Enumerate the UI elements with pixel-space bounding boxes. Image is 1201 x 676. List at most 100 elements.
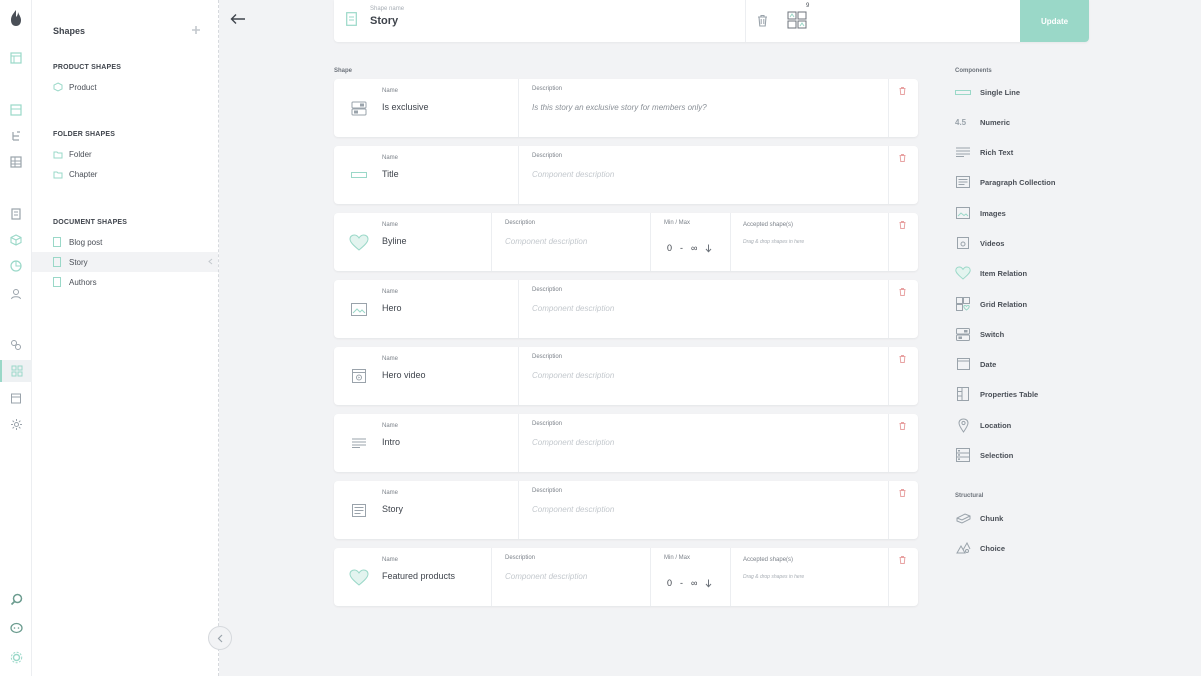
document-icon <box>53 237 63 247</box>
component-name-input[interactable]: Byline <box>382 236 407 246</box>
component-description-input[interactable]: Component description <box>532 304 614 313</box>
document-icon[interactable] <box>0 203 32 225</box>
crystallize-logo-icon[interactable] <box>0 6 32 30</box>
divider <box>518 414 519 472</box>
shape-name-input[interactable]: Story <box>370 15 398 27</box>
divider <box>888 213 889 271</box>
tree-item-product[interactable]: Product <box>32 77 218 97</box>
component-name-input[interactable]: Is exclusive <box>382 102 429 112</box>
pie-chart-icon[interactable] <box>0 255 32 277</box>
component-description-input[interactable]: Is this story an exclusive story for mem… <box>532 103 707 112</box>
back-arrow-icon[interactable] <box>230 13 246 25</box>
single-line-icon <box>348 166 370 184</box>
delete-component-icon[interactable] <box>899 489 906 497</box>
delete-component-icon[interactable] <box>899 355 906 363</box>
link-icon[interactable] <box>0 334 32 356</box>
delete-component-icon[interactable] <box>899 288 906 296</box>
component-card-hero-video[interactable]: Name Hero video Description Component de… <box>334 347 918 405</box>
arrow-down-icon[interactable] <box>705 579 712 588</box>
delete-component-icon[interactable] <box>899 154 906 162</box>
component-name-input[interactable]: Featured products <box>382 571 455 581</box>
palette-item-rich-text[interactable]: Rich Text <box>955 144 1013 160</box>
max-input[interactable]: ∞ <box>691 243 697 253</box>
palette-item-properties-table[interactable]: Properties Table <box>955 386 1038 402</box>
component-name-input[interactable]: Title <box>382 169 399 179</box>
component-card-story[interactable]: Name Story Description Component descrip… <box>334 481 918 539</box>
max-input[interactable]: ∞ <box>691 578 697 588</box>
component-card-featured-products[interactable]: Name Featured products Description Compo… <box>334 548 918 606</box>
arrow-down-icon[interactable] <box>705 244 712 253</box>
delete-component-icon[interactable] <box>899 221 906 229</box>
catalogue-icon[interactable] <box>0 47 32 69</box>
chat-icon[interactable] <box>0 617 32 639</box>
delete-component-icon[interactable] <box>899 87 906 95</box>
component-description-input[interactable]: Component description <box>532 505 614 514</box>
palette-item-single-line[interactable]: Single Line <box>955 84 1020 100</box>
shapes-icon[interactable] <box>0 360 32 382</box>
calendar-icon[interactable] <box>0 387 32 409</box>
component-description-input[interactable]: Component description <box>505 572 587 581</box>
accepted-shapes-dropzone[interactable]: Drag & drop shapes in here <box>743 574 804 580</box>
component-card-byline[interactable]: Name Byline Description Component descri… <box>334 213 918 271</box>
min-input[interactable]: 0 <box>667 578 672 588</box>
palette-item-grid-relation[interactable]: Grid Relation <box>955 296 1027 312</box>
component-name-input[interactable]: Intro <box>382 437 400 447</box>
description-label: Description <box>532 287 563 293</box>
palette-item-chunk[interactable]: Chunk <box>955 510 1003 526</box>
chevron-left-icon <box>217 634 223 642</box>
component-description-input[interactable]: Component description <box>532 438 614 447</box>
palette-item-selection[interactable]: Selection <box>955 447 1013 463</box>
description-label: Description <box>532 86 563 92</box>
component-description-input[interactable]: Component description <box>532 371 614 380</box>
component-description-input[interactable]: Component description <box>532 170 614 179</box>
component-card-title[interactable]: Name Title Description Component descrip… <box>334 146 918 204</box>
delete-shape-icon[interactable] <box>757 14 768 27</box>
palette-item-item-relation[interactable]: Item Relation <box>955 265 1027 281</box>
tree-item-label: Blog post <box>69 237 103 247</box>
delete-component-icon[interactable] <box>899 556 906 564</box>
component-card-is-exclusive[interactable]: Name Is exclusive Description Is this st… <box>334 79 918 137</box>
paragraph-icon <box>955 175 971 189</box>
divider <box>650 548 651 606</box>
box-icon[interactable] <box>0 229 32 251</box>
tree-item-authors[interactable]: Authors <box>32 272 218 292</box>
component-name-input[interactable]: Hero video <box>382 370 426 380</box>
palette-item-choice[interactable]: Choice <box>955 540 1005 556</box>
tree-item-chapter[interactable]: Chapter <box>32 164 218 184</box>
paragraph-icon <box>348 501 370 519</box>
add-shape-icon[interactable] <box>191 25 201 35</box>
palette-item-label: Switch <box>980 329 1005 339</box>
palette-item-label: Selection <box>980 450 1014 460</box>
palette-item-date[interactable]: Date <box>955 356 996 372</box>
tree-item-blog-post[interactable]: Blog post <box>32 232 218 252</box>
accepted-shapes-label: Accepted shape(s) <box>743 222 794 228</box>
divider <box>518 347 519 405</box>
list-icon[interactable] <box>0 151 32 173</box>
component-name-input[interactable]: Hero <box>382 303 402 313</box>
tree-icon[interactable] <box>0 125 32 147</box>
palette-item-paragraph-collection[interactable]: Paragraph Collection <box>955 174 1055 190</box>
grid-icon[interactable] <box>0 99 32 121</box>
gear-icon[interactable] <box>0 646 32 668</box>
shape-usage-icon[interactable] <box>787 10 807 30</box>
min-input[interactable]: 0 <box>667 243 672 253</box>
component-card-intro[interactable]: Name Intro Description Component descrip… <box>334 414 918 472</box>
component-card-hero[interactable]: Name Hero Description Component descript… <box>334 280 918 338</box>
user-icon[interactable] <box>0 283 32 305</box>
tree-item-folder[interactable]: Folder <box>32 144 218 164</box>
palette-item-switch[interactable]: Switch <box>955 326 1004 342</box>
update-button[interactable]: Update <box>1020 0 1089 42</box>
palette-item-images[interactable]: Images <box>955 205 1006 221</box>
palette-item-videos[interactable]: Videos <box>955 235 1004 251</box>
search-icon[interactable] <box>0 588 32 610</box>
palette-item-location[interactable]: Location <box>955 417 1011 433</box>
delete-component-icon[interactable] <box>899 422 906 430</box>
component-name-input[interactable]: Story <box>382 504 403 514</box>
divider <box>650 213 651 271</box>
settings-icon[interactable] <box>0 413 32 435</box>
collapse-panel-button[interactable] <box>208 626 232 650</box>
accepted-shapes-dropzone[interactable]: Drag & drop shapes in here <box>743 239 804 245</box>
component-description-input[interactable]: Component description <box>505 237 587 246</box>
palette-item-numeric[interactable]: 4.5 Numeric <box>955 114 1010 130</box>
tree-item-story[interactable]: Story <box>32 252 218 272</box>
